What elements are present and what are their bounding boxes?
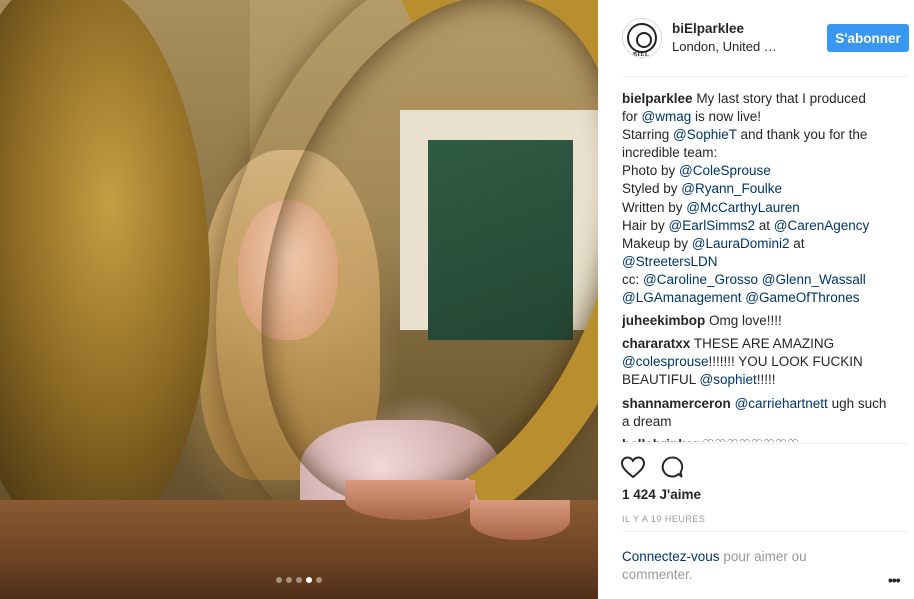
- comment-username[interactable]: chararatxx: [622, 336, 690, 351]
- footer-divider: [622, 531, 908, 532]
- comment-text: Styled by: [622, 181, 682, 197]
- carousel-dot: [286, 577, 292, 583]
- comment-line: shannamerceron @carriehartnett ugh such: [622, 395, 906, 413]
- comment-text: Makeup by: [622, 235, 692, 251]
- comment-item: shannamerceron @carriehartnett ugh such a…: [622, 395, 906, 431]
- comment-line: cc: @Caroline_Grosso @Glenn_Wassall: [622, 271, 906, 289]
- comment-text: !!!!!!! YOU LOOK FUCKIN: [708, 354, 863, 370]
- likes-count[interactable]: 1 424 J'aime: [622, 487, 701, 502]
- comment-line: @colesprouse!!!!!!! YOU LOOK FUCKIN: [622, 353, 906, 371]
- comment-text: at: [789, 235, 805, 251]
- comment-text: ♡♡♡♡♡♡♡♡: [702, 437, 799, 442]
- comment-line: Makeup by @LauraDomini2 at: [622, 235, 906, 253]
- comment-line: Styled by @Ryann_Foulke: [622, 180, 906, 198]
- photo-bowl: [345, 480, 475, 520]
- comment-item: chararatxx THESE ARE AMAZING @colesprouse…: [622, 335, 906, 389]
- header-divider: [622, 76, 908, 77]
- comment-username[interactable]: bellabrinker: [622, 437, 699, 442]
- comment-line: incredible team:: [622, 144, 906, 162]
- comment-text: Starring: [622, 127, 674, 143]
- comment-text: BEAUTIFUL: [622, 372, 700, 388]
- mention-link[interactable]: @McCarthyLauren: [686, 200, 800, 215]
- comment-text: THESE ARE AMAZING: [693, 336, 835, 352]
- carousel-dot: [276, 577, 282, 583]
- comment-text: Photo by: [622, 163, 680, 179]
- mention-link[interactable]: @LauraDomini2: [692, 236, 790, 251]
- comment-line: Starring @SophieT and thank you for the: [622, 126, 906, 144]
- comment-text: at: [754, 217, 774, 233]
- action-bar: [620, 452, 720, 482]
- post-header: biElparklee London, United Kingdom S'abo…: [622, 18, 912, 60]
- comment-item: juheekimbop Omg love!!!!: [622, 312, 906, 330]
- comment-item: bielparklee My last story that I produce…: [622, 90, 906, 307]
- avatar[interactable]: [622, 18, 662, 58]
- mention-link[interactable]: @ColeSprouse: [679, 163, 771, 178]
- comment-username[interactable]: shannamerceron: [622, 396, 731, 411]
- author-username[interactable]: biElparklee: [672, 21, 744, 36]
- login-prompt: Connectez-vous pour aimer ou commenter.: [622, 548, 872, 584]
- comment-text: Omg love!!!!: [709, 313, 782, 329]
- carousel-dot: [306, 577, 312, 583]
- photo-mirror-frame-left: [0, 0, 210, 540]
- comment-icon[interactable]: [660, 455, 684, 479]
- mention-link[interactable]: @Caroline_Grosso: [643, 272, 758, 287]
- comment-line: Hair by @EarlSimms2 at @CarenAgency: [622, 217, 906, 235]
- comment-line: a dream: [622, 413, 906, 431]
- mention-link[interactable]: @wmag: [642, 109, 692, 124]
- comment-text: Hair by: [622, 217, 669, 233]
- comment-text: Written by: [622, 199, 687, 215]
- comment-username[interactable]: bielparklee: [622, 91, 693, 106]
- mention-link[interactable]: @carriehartnett: [735, 396, 828, 411]
- comment-line: BEAUTIFUL @sophiet!!!!!: [622, 371, 906, 389]
- mention-link[interactable]: @Glenn_Wassall: [762, 272, 866, 287]
- post-photo[interactable]: [0, 0, 598, 599]
- comment-item: bellabrinker ♡♡♡♡♡♡♡♡: [622, 436, 906, 442]
- comment-username[interactable]: juheekimbop: [622, 313, 705, 328]
- comment-text: and thank you for the: [736, 127, 868, 143]
- comment-line: Written by @McCarthyLauren: [622, 199, 906, 217]
- comments-divider: [622, 443, 908, 444]
- comment-text: cc:: [622, 271, 644, 287]
- heart-icon[interactable]: [620, 455, 646, 479]
- mention-link[interactable]: @CarenAgency: [774, 218, 870, 233]
- comment-line: Photo by @ColeSprouse: [622, 162, 906, 180]
- comment-line: chararatxx THESE ARE AMAZING: [622, 335, 906, 353]
- comment-line: juheekimbop Omg love!!!!: [622, 312, 906, 330]
- comment-text: a dream: [622, 413, 672, 429]
- mention-link[interactable]: @SophieT: [673, 127, 737, 142]
- comment-line: bielparklee My last story that I produce…: [622, 90, 906, 108]
- comment-line: @StreetersLDN: [622, 253, 906, 271]
- comment-text: incredible team:: [622, 145, 718, 161]
- comment-line: for @wmag is now live!: [622, 108, 906, 126]
- comment-text: My last story that I produced: [696, 91, 866, 106]
- instagram-post: biElparklee London, United Kingdom S'abo…: [0, 0, 914, 599]
- mention-link[interactable]: @EarlSimms2: [669, 218, 755, 233]
- comments-list[interactable]: bielparklee My last story that I produce…: [622, 90, 906, 442]
- comment-line: @LGAmanagement @GameOfThrones: [622, 289, 906, 307]
- versace-medusa-logo-icon: [627, 23, 657, 57]
- follow-button[interactable]: S'abonner: [827, 24, 909, 52]
- mention-link[interactable]: @GameOfThrones: [745, 290, 859, 305]
- carousel-indicator: [0, 577, 598, 583]
- mention-link[interactable]: @sophiet: [700, 372, 757, 387]
- post-side-panel: biElparklee London, United Kingdom S'abo…: [598, 0, 914, 599]
- post-timestamp[interactable]: IL Y A 19 HEURES: [622, 514, 705, 524]
- comment-text: ugh such: [827, 395, 887, 411]
- comment-text: for: [622, 109, 642, 125]
- mention-link[interactable]: @colesprouse: [622, 354, 709, 369]
- carousel-dot: [316, 577, 322, 583]
- login-link[interactable]: Connectez-vous: [622, 549, 720, 564]
- comment-text: is now live!: [691, 109, 762, 125]
- mention-link[interactable]: @LGAmanagement: [622, 290, 742, 305]
- photo-bowl: [470, 500, 570, 540]
- comment-text: !!!!!: [756, 372, 776, 388]
- mention-link[interactable]: @Ryann_Foulke: [681, 181, 782, 196]
- more-options-icon[interactable]: •••: [888, 572, 901, 588]
- post-location[interactable]: London, United Kingdom: [672, 39, 782, 54]
- comment-line: bellabrinker ♡♡♡♡♡♡♡♡: [622, 436, 906, 442]
- mention-link[interactable]: @StreetersLDN: [622, 254, 717, 269]
- carousel-dot: [296, 577, 302, 583]
